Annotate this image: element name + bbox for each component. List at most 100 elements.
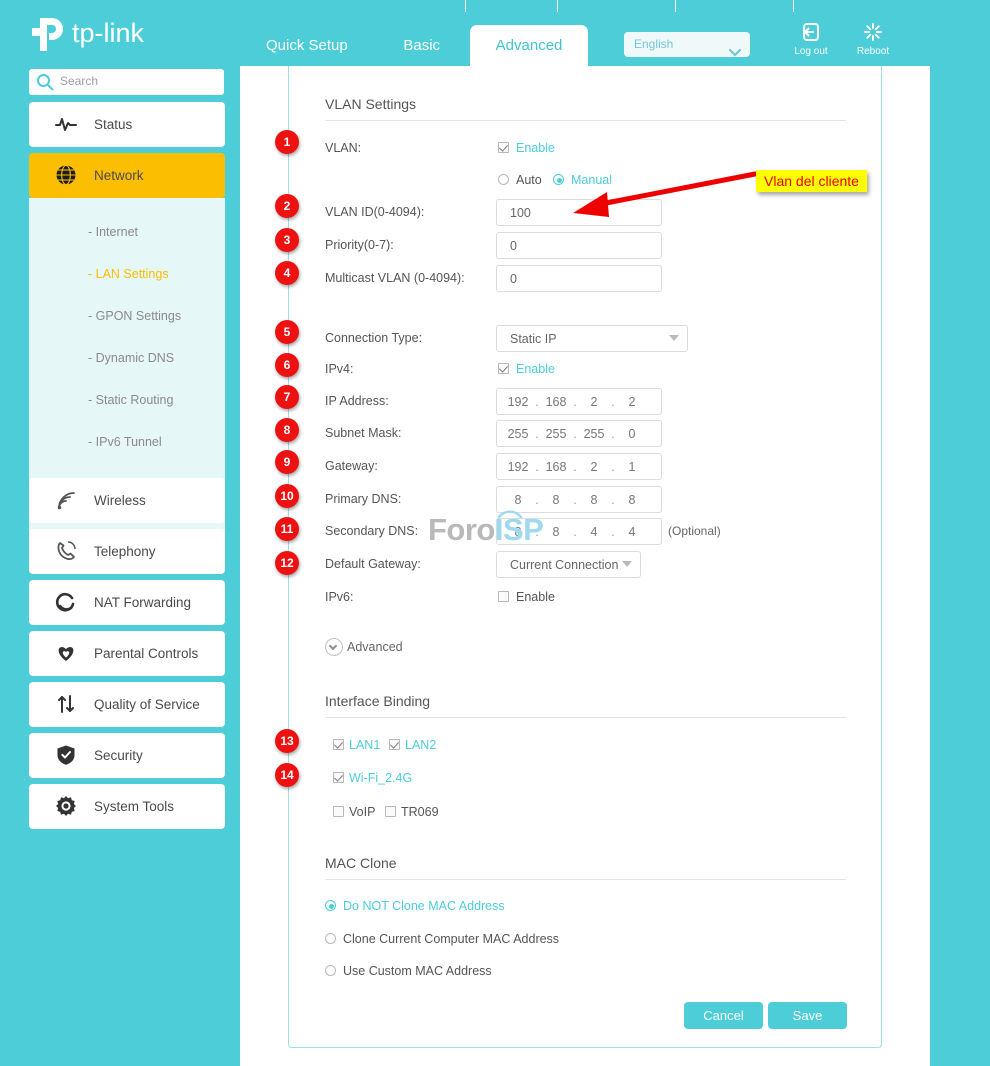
main-nav-tabs[interactable]: Quick Setup Basic Advanced — [240, 25, 589, 66]
voip-label: VoIP — [349, 805, 376, 819]
vlan-mode-auto-radio[interactable] — [498, 174, 509, 185]
sidebar-item-label: Security — [94, 748, 143, 763]
vlan-settings-title: VLAN Settings — [325, 96, 417, 112]
ipv6-label: IPv6: — [325, 590, 354, 604]
gateway-input[interactable]: 192 . 168 . 2 . 1 — [496, 453, 662, 480]
sdns-octet-1[interactable]: 8 — [503, 519, 533, 546]
ipv4-enable-checkbox[interactable] — [498, 363, 509, 374]
annotation-arrow — [555, 170, 760, 223]
step-badge-13: 13 — [275, 729, 299, 753]
mac-custom-radio[interactable] — [325, 965, 336, 976]
tab-divider — [557, 0, 558, 12]
gw-octet-2[interactable]: 168 — [541, 454, 571, 481]
mask-octet-3[interactable]: 255 — [579, 421, 609, 448]
save-button[interactable]: Save — [768, 1002, 847, 1029]
sidebar-item-status[interactable]: Status — [29, 102, 225, 147]
sidebar-subitem-ipv6-tunnel[interactable]: - IPv6 Tunnel — [29, 428, 225, 456]
search-input[interactable]: Search — [29, 69, 224, 95]
reboot-label: Reboot — [856, 46, 890, 57]
section-divider — [325, 879, 846, 880]
tab-basic[interactable]: Basic — [377, 25, 466, 66]
sidebar-item-label: Quality of Service — [94, 697, 200, 712]
globe-icon — [55, 164, 77, 186]
gw-octet-3[interactable]: 2 — [579, 454, 609, 481]
sidebar-item-nat-forwarding[interactable]: NAT Forwarding — [29, 580, 225, 625]
ip-octet-2[interactable]: 168 — [541, 389, 571, 416]
sidebar-subitem-static-routing[interactable]: - Static Routing — [29, 386, 225, 414]
watermark-arc-icon — [497, 506, 523, 523]
sidebar-subitem-internet[interactable]: - Internet — [29, 218, 225, 246]
lan1-checkbox[interactable] — [333, 739, 344, 750]
ip-octet-4[interactable]: 2 — [617, 389, 647, 416]
tab-advanced[interactable]: Advanced — [469, 25, 589, 66]
step-badge-4: 4 — [275, 261, 299, 285]
sidebar-item-system-tools[interactable]: System Tools — [29, 784, 225, 829]
pdns-octet-4[interactable]: 8 — [617, 487, 647, 514]
sidebar-item-telephony[interactable]: Telephony — [29, 529, 225, 574]
ip-address-input[interactable]: 192 . 168 . 2 . 2 — [496, 388, 662, 415]
cancel-button[interactable]: Cancel — [684, 1002, 763, 1029]
tab-divider — [793, 0, 794, 12]
arrows-up-down-icon — [55, 693, 77, 715]
sdns-octet-2[interactable]: 8 — [541, 519, 571, 546]
mask-octet-2[interactable]: 255 — [541, 421, 571, 448]
sidebar-item-network[interactable]: Network — [29, 153, 225, 198]
step-badge-3: 3 — [275, 228, 299, 252]
lan2-checkbox[interactable] — [389, 739, 400, 750]
mac-clone-current-label: Clone Current Computer MAC Address — [343, 932, 560, 946]
mac-no-clone-radio[interactable] — [325, 900, 336, 911]
step-badge-5: 5 — [275, 320, 299, 344]
default-gateway-value: Current Connection — [510, 558, 619, 572]
wifi24g-checkbox[interactable] — [333, 772, 344, 783]
pdns-octet-3[interactable]: 8 — [579, 487, 609, 514]
tr069-checkbox[interactable] — [385, 806, 396, 817]
gw-octet-4[interactable]: 1 — [617, 454, 647, 481]
tab-quick-setup[interactable]: Quick Setup — [240, 25, 374, 66]
sidebar-item-wireless[interactable]: Wireless — [29, 478, 225, 523]
sdns-octet-4[interactable]: 4 — [617, 519, 647, 546]
subnet-mask-label: Subnet Mask: — [325, 426, 402, 440]
pdns-octet-2[interactable]: 8 — [541, 487, 571, 514]
ipv4-enable-label: Enable — [516, 362, 555, 376]
sdns-octet-3[interactable]: 4 — [579, 519, 609, 546]
ip-octet-1[interactable]: 192 — [503, 389, 533, 416]
search-placeholder: Search — [60, 74, 99, 88]
sidebar: Search Status Network - Internet - LAN S… — [0, 66, 240, 1066]
default-gateway-select[interactable]: Current Connection — [496, 551, 641, 578]
ipv6-enable-checkbox[interactable] — [498, 591, 509, 602]
multicast-vlan-input[interactable]: 0 — [496, 265, 662, 292]
tr069-label: TR069 — [401, 805, 439, 819]
vlan-mode-auto-label: Auto — [516, 173, 542, 187]
tplink-logo: tp-link — [30, 10, 220, 52]
reboot-button[interactable]: Reboot — [843, 22, 903, 57]
sidebar-item-security[interactable]: Security — [29, 733, 225, 778]
language-selector[interactable]: English — [624, 32, 750, 57]
vlan-enable-checkbox[interactable] — [498, 142, 509, 153]
sidebar-item-quality-of-service[interactable]: Quality of Service — [29, 682, 225, 727]
connection-type-select[interactable]: Static IP — [496, 325, 688, 352]
sidebar-item-parental-controls[interactable]: Parental Controls — [29, 631, 225, 676]
ip-dot: . — [573, 525, 577, 539]
sidebar-subitem-lan-settings[interactable]: - LAN Settings — [29, 260, 225, 288]
subnet-mask-input[interactable]: 255 . 255 . 255 . 0 — [496, 420, 662, 447]
mac-clone-current-radio[interactable] — [325, 933, 336, 944]
vlan-label: VLAN: — [325, 141, 362, 155]
mask-octet-4[interactable]: 0 — [617, 421, 647, 448]
secondary-dns-hint: (Optional) — [668, 524, 721, 538]
ip-octet-3[interactable]: 2 — [579, 389, 609, 416]
priority-input[interactable]: 0 — [496, 232, 662, 259]
heart-icon — [55, 642, 77, 664]
sidebar-item-label: Telephony — [94, 544, 156, 559]
mac-clone-title: MAC Clone — [325, 855, 397, 871]
sidebar-subitem-dynamic-dns[interactable]: - Dynamic DNS — [29, 344, 225, 372]
gw-octet-1[interactable]: 192 — [503, 454, 533, 481]
chevron-down-icon — [728, 41, 742, 66]
connection-type-label: Connection Type: — [325, 331, 423, 345]
vlan-enable-label: Enable — [516, 141, 555, 155]
mask-octet-1[interactable]: 255 — [503, 421, 533, 448]
step-badge-1: 1 — [275, 130, 299, 154]
section-divider — [325, 120, 846, 121]
logout-button[interactable]: Log out — [781, 22, 841, 57]
voip-checkbox[interactable] — [333, 806, 344, 817]
sidebar-subitem-gpon-settings[interactable]: - GPON Settings — [29, 302, 225, 330]
